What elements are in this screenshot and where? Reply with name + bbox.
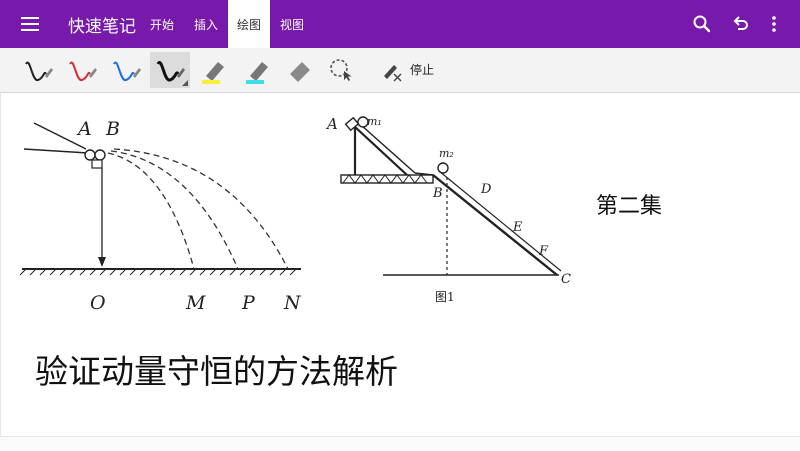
highlighter-icon xyxy=(202,62,224,84)
tab-insert[interactable]: 插入 xyxy=(186,0,226,48)
red-pen-tool[interactable] xyxy=(62,52,102,88)
label-ramp-a: A xyxy=(325,115,338,133)
highlighter-icon xyxy=(246,62,268,84)
black-pen-tool[interactable] xyxy=(18,52,58,88)
label-m: M xyxy=(185,292,206,314)
label-p: P xyxy=(241,292,256,314)
blue-pen-tool[interactable] xyxy=(106,52,146,88)
black-bold-pen-tool[interactable] xyxy=(150,52,190,88)
episode-label: 第二集 xyxy=(596,194,663,219)
stop-inking-button[interactable] xyxy=(374,52,408,88)
label-b: B xyxy=(105,118,120,140)
yellow-highlighter-tool[interactable] xyxy=(196,52,236,88)
pen-icon xyxy=(113,61,141,81)
pen-icon xyxy=(69,61,97,81)
ramp-diagram-figure: A m₁ m₂ B D E F C 图1 xyxy=(325,115,571,304)
tab-home[interactable]: 开始 xyxy=(142,0,182,48)
tab-draw[interactable]: 绘图 xyxy=(228,0,270,48)
label-n: N xyxy=(283,292,302,314)
label-e: E xyxy=(512,220,523,235)
collision-diagram-figure: A B O M P N xyxy=(19,118,302,314)
cyan-highlighter-tool[interactable] xyxy=(240,52,280,88)
hamburger-menu-icon[interactable] xyxy=(18,13,42,35)
lasso-select-tool[interactable] xyxy=(322,52,362,88)
label-o: O xyxy=(90,292,106,314)
label-c: C xyxy=(561,272,571,287)
pen-icon xyxy=(156,60,188,86)
stop-label[interactable]: 停止 xyxy=(410,61,434,78)
note-heading: 验证动量守恒的方法解析 xyxy=(35,352,398,391)
note-canvas[interactable]: A B O M P N A m₁ m₂ B D E F C 图1 第二集 验证动… xyxy=(0,93,800,436)
label-d: D xyxy=(480,182,492,197)
figure-caption: 图1 xyxy=(435,290,455,304)
lasso-select-icon xyxy=(330,59,352,81)
tab-view[interactable]: 视图 xyxy=(272,0,312,48)
pen-icon xyxy=(25,61,53,81)
app-title: 快速笔记 xyxy=(68,17,136,37)
eraser-icon xyxy=(290,62,310,82)
more-options-icon[interactable] xyxy=(762,12,786,36)
drawing-toolbar: 停止 xyxy=(0,48,800,93)
label-a: A xyxy=(76,118,92,140)
search-icon[interactable] xyxy=(690,12,714,36)
label-m1: m₁ xyxy=(367,115,382,128)
label-f: F xyxy=(538,244,549,259)
page-bottom-edge xyxy=(0,436,800,451)
label-m2: m₂ xyxy=(439,147,454,160)
app-bar: 快速笔记 开始 插入 绘图 视图 xyxy=(0,0,800,48)
pen-stop-icon xyxy=(384,65,402,82)
eraser-tool[interactable] xyxy=(282,52,322,88)
undo-icon[interactable] xyxy=(728,12,752,36)
label-ramp-b: B xyxy=(432,186,443,201)
